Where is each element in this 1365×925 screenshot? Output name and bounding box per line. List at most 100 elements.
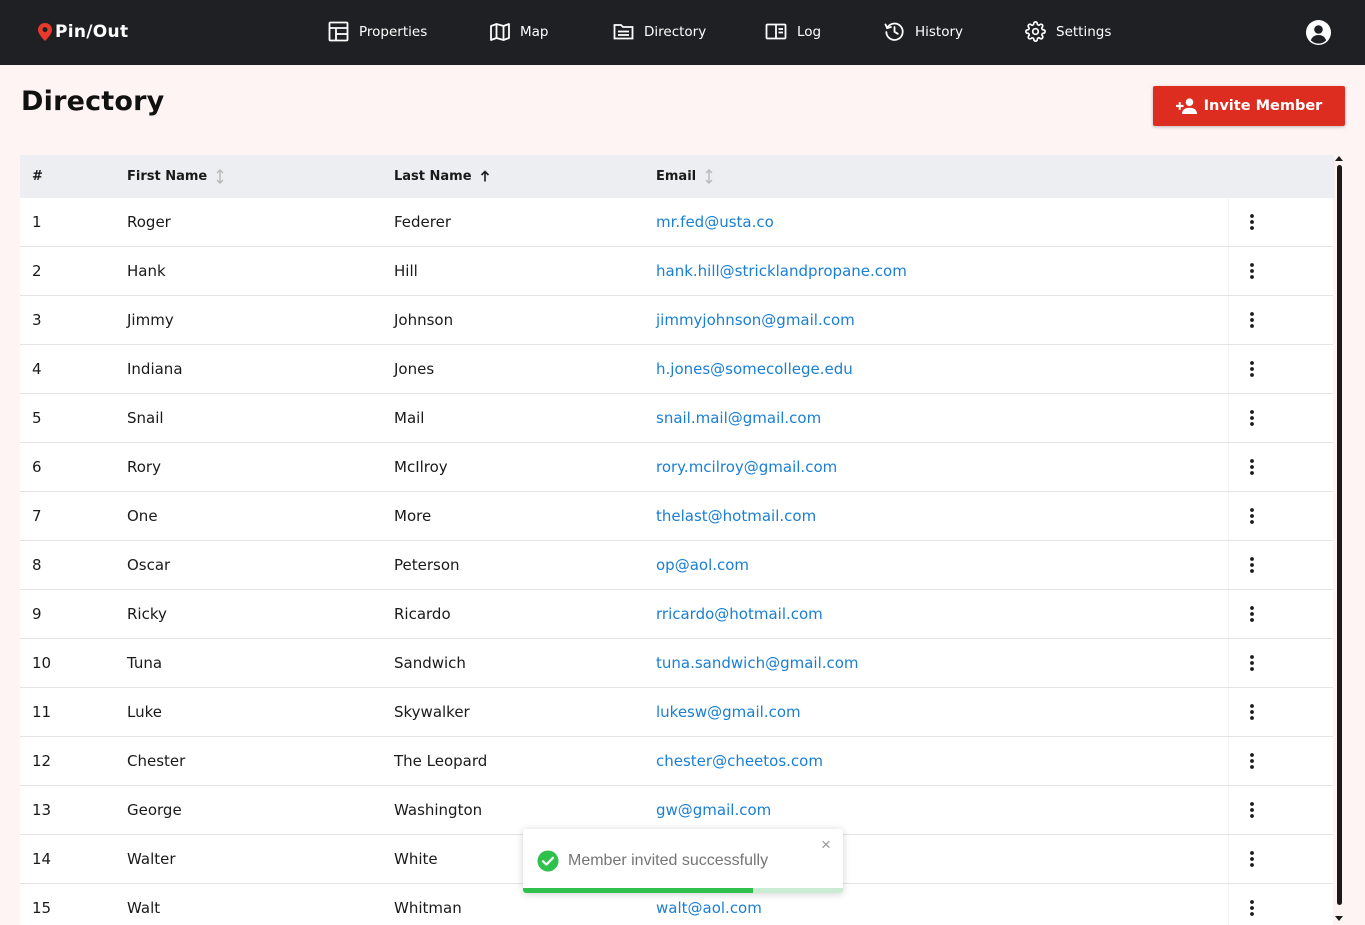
cell-first-name: One <box>127 507 158 525</box>
cell-email-link[interactable]: jimmyjohnson@gmail.com <box>656 311 855 329</box>
nav-label-log: Log <box>797 23 822 40</box>
row-menu-button[interactable] <box>1242 799 1262 821</box>
column-header-email[interactable]: Email <box>656 169 714 184</box>
column-header-last-name-label: Last Name <box>394 169 472 184</box>
nav-item-log[interactable]: Log <box>765 23 884 40</box>
cell-index: 6 <box>32 458 42 476</box>
cell-last-name: McIlroy <box>394 458 448 476</box>
more-vertical-icon <box>1250 459 1254 475</box>
row-menu-button[interactable] <box>1242 407 1262 429</box>
row-menu-button[interactable] <box>1242 456 1262 478</box>
nav-label-map: Map <box>520 23 549 40</box>
cell-last-name: More <box>394 507 432 525</box>
row-menu-button[interactable] <box>1242 554 1262 576</box>
cell-email-link[interactable]: h.jones@somecollege.edu <box>656 360 853 378</box>
column-header-email-label: Email <box>656 169 697 184</box>
cell-email-link[interactable]: rricardo@hotmail.com <box>656 605 823 623</box>
brand-logo[interactable]: Pin/Out <box>38 22 128 42</box>
row-menu-button[interactable] <box>1242 309 1262 331</box>
main-nav: Properties Map Directory Log History Set… <box>328 21 1145 42</box>
column-header-index: # <box>32 169 43 184</box>
toast-close-button[interactable]: × <box>821 835 831 855</box>
cell-email-link[interactable]: walt@aol.com <box>656 899 762 917</box>
more-vertical-icon <box>1250 704 1254 720</box>
cell-last-name: Jones <box>394 360 435 378</box>
sort-both-icon <box>216 169 224 184</box>
scrollbar-thumb[interactable] <box>1337 165 1342 905</box>
row-menu-button[interactable] <box>1242 211 1262 233</box>
history-icon <box>884 22 904 41</box>
more-vertical-icon <box>1250 606 1254 622</box>
cell-email-link[interactable]: chester@cheetos.com <box>656 752 823 770</box>
nav-item-history[interactable]: History <box>884 21 1025 42</box>
row-menu-button[interactable] <box>1242 358 1262 380</box>
map-pin-icon <box>38 23 52 41</box>
column-header-last-name[interactable]: Last Name <box>394 169 490 184</box>
row-menu-button[interactable] <box>1242 848 1262 870</box>
column-header-index-label: # <box>32 169 43 184</box>
cell-index: 13 <box>32 801 52 819</box>
more-vertical-icon <box>1250 263 1254 279</box>
cell-email-link[interactable]: gw@gmail.com <box>656 801 771 819</box>
cell-index: 8 <box>32 556 42 574</box>
cell-email-link[interactable]: op@aol.com <box>656 556 749 574</box>
cell-email-link[interactable]: hank.hill@stricklandpropane.com <box>656 262 907 280</box>
more-vertical-icon <box>1250 753 1254 769</box>
cell-last-name: Peterson <box>394 556 460 574</box>
sort-both-icon <box>705 169 713 184</box>
cell-email-link[interactable]: rory.mcilroy@gmail.com <box>656 458 837 476</box>
row-menu-button[interactable] <box>1242 897 1262 919</box>
more-vertical-icon <box>1250 214 1254 230</box>
cell-first-name: Jimmy <box>127 311 174 329</box>
row-menu-button[interactable] <box>1242 701 1262 723</box>
table-scrollbar[interactable] <box>1334 155 1345 925</box>
cell-last-name: Sandwich <box>394 654 466 672</box>
success-toast: Member invited successfully × <box>523 829 843 893</box>
top-navbar: Pin/Out Properties Map Directory Log His… <box>0 0 1365 65</box>
cell-email-link[interactable]: tuna.sandwich@gmail.com <box>656 654 859 672</box>
table-row: 4 Indiana Jones h.jones@somecollege.edu <box>20 345 1333 394</box>
invite-member-button[interactable]: Invite Member <box>1153 86 1345 126</box>
scroll-down-arrow-icon[interactable] <box>1335 916 1343 921</box>
cell-index: 10 <box>32 654 52 672</box>
cell-index: 4 <box>32 360 42 378</box>
cell-first-name: Luke <box>127 703 162 721</box>
cell-index: 2 <box>32 262 42 280</box>
table-row: 1 Roger Federer mr.fed@usta.co <box>20 198 1333 247</box>
nav-item-directory[interactable]: Directory <box>613 23 765 40</box>
cell-last-name: Johnson <box>394 311 454 329</box>
cell-email-link[interactable]: snail.mail@gmail.com <box>656 409 821 427</box>
row-menu-button[interactable] <box>1242 260 1262 282</box>
cell-index: 12 <box>32 752 52 770</box>
row-menu-button[interactable] <box>1242 652 1262 674</box>
cell-index: 11 <box>32 703 52 721</box>
column-header-first-name[interactable]: First Name <box>127 169 225 184</box>
row-menu-button[interactable] <box>1242 603 1262 625</box>
account-button[interactable] <box>1306 20 1331 45</box>
properties-icon <box>328 21 349 42</box>
toast-progress-bar <box>523 888 754 893</box>
row-menu-button[interactable] <box>1242 505 1262 527</box>
cell-email-link[interactable]: mr.fed@usta.co <box>656 213 774 231</box>
scroll-up-arrow-icon[interactable] <box>1335 156 1343 161</box>
row-menu-button[interactable] <box>1242 750 1262 772</box>
cell-last-name: Federer <box>394 213 452 231</box>
cell-index: 7 <box>32 507 42 525</box>
more-vertical-icon <box>1250 410 1254 426</box>
table-row: 7 One More thelast@hotmail.com <box>20 492 1333 541</box>
nav-item-settings[interactable]: Settings <box>1025 21 1145 42</box>
nav-item-properties[interactable]: Properties <box>328 21 490 42</box>
gear-icon <box>1025 21 1046 42</box>
nav-label-directory: Directory <box>644 23 707 40</box>
cell-first-name: Chester <box>127 752 186 770</box>
table-row: 6 Rory McIlroy rory.mcilroy@gmail.com <box>20 443 1333 492</box>
directory-icon <box>613 24 634 40</box>
more-vertical-icon <box>1250 557 1254 573</box>
cell-last-name: Mail <box>394 409 425 427</box>
more-vertical-icon <box>1250 312 1254 328</box>
nav-item-map[interactable]: Map <box>490 22 613 41</box>
brand-name: Pin/Out <box>55 22 129 42</box>
cell-email-link[interactable]: lukesw@gmail.com <box>656 703 801 721</box>
cell-email-link[interactable]: thelast@hotmail.com <box>656 507 816 525</box>
cell-index: 15 <box>32 899 52 917</box>
